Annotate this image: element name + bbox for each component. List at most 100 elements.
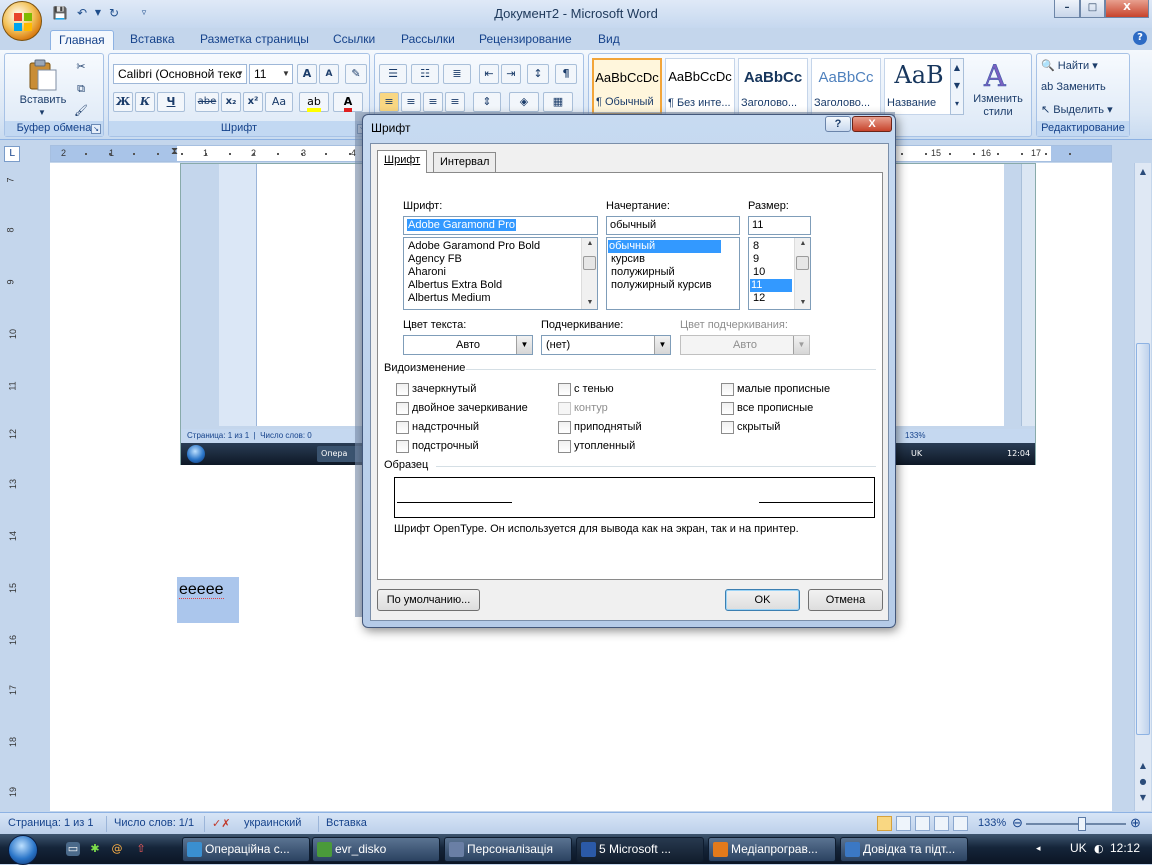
help-icon[interactable]: ? (1133, 31, 1147, 45)
paste-button[interactable]: Вставить (9, 94, 77, 106)
taskbar-button[interactable]: 5 Microsoft ... (576, 837, 704, 862)
font-color-combo[interactable]: Авто ▼ (403, 335, 533, 355)
select-button[interactable]: ↖ Выделить ▾ (1041, 103, 1127, 119)
effect-checkbox[interactable] (721, 402, 734, 415)
change-case-button[interactable]: Aa (265, 92, 293, 112)
redo-icon[interactable]: ↻ (106, 5, 122, 21)
tab-home[interactable]: Главная (50, 30, 114, 50)
zoom-in-icon[interactable]: ⊕ (1130, 815, 1141, 831)
list-item[interactable]: 8 (752, 240, 792, 253)
align-left-icon[interactable]: ≡ (379, 92, 399, 112)
scrollbar-thumb[interactable] (796, 256, 809, 270)
align-center-icon[interactable]: ≡ (401, 92, 421, 112)
scrollbar-thumb[interactable] (583, 256, 596, 270)
font-size-combo[interactable]: 11 ▼ (249, 64, 293, 84)
show-desktop-icon[interactable]: ▭ (66, 842, 80, 856)
print-layout-view-icon[interactable] (877, 816, 892, 831)
font-color-icon[interactable]: A (333, 92, 363, 112)
scroll-up-icon[interactable]: ▲ (1136, 165, 1150, 179)
decrease-indent-icon[interactable]: ⇤ (479, 64, 499, 84)
list-item[interactable]: полужирный (610, 266, 721, 279)
clipboard-launcher-icon[interactable]: ↘ (91, 124, 101, 134)
change-styles-icon[interactable]: A (980, 58, 1016, 95)
copy-icon[interactable]: ⧉ (71, 79, 91, 99)
tray-volume-icon[interactable]: ◐ (1094, 842, 1106, 856)
undo-dropdown-icon[interactable]: ▼ (90, 5, 106, 21)
superscript-button[interactable]: x² (243, 92, 263, 112)
close-button[interactable]: X (1105, 0, 1149, 18)
style-tile[interactable]: AaB Название (884, 58, 954, 115)
list-item[interactable]: полужирный курсив (610, 279, 721, 292)
size-list-scrollbar[interactable]: ▲ ▼ (794, 238, 810, 309)
paste-icon[interactable] (25, 58, 59, 92)
style-tile[interactable]: AaBbCcDc ¶ Обычный (592, 58, 662, 115)
numbering-icon[interactable]: ☷ (411, 64, 439, 84)
maximize-button[interactable]: □ (1080, 0, 1105, 18)
change-styles-label-1[interactable]: Изменить (962, 93, 1034, 105)
status-language[interactable]: украинский (244, 817, 301, 829)
replace-button[interactable]: ab Заменить (1041, 81, 1127, 97)
effect-checkbox[interactable] (558, 383, 571, 396)
style-list[interactable]: обычный курсив полужирный полужирный курсив (606, 237, 740, 310)
status-page[interactable]: Страница: 1 из 1 (8, 817, 94, 829)
scroll-down-icon[interactable]: ▼ (582, 297, 597, 309)
shading-icon[interactable]: ◈ (509, 92, 539, 112)
effect-checkbox[interactable] (396, 383, 409, 396)
status-insert-mode[interactable]: Вставка (326, 817, 367, 829)
list-item[interactable]: Aharoni (407, 266, 579, 279)
style-tile[interactable]: AaBbCcDc ¶ Без инте... (665, 58, 735, 115)
underline-button[interactable]: Ч (157, 92, 185, 112)
clear-formatting-icon[interactable]: ✎ (345, 64, 367, 84)
font-name-input[interactable]: Adobe Garamond Pro (403, 216, 598, 235)
effect-checkbox[interactable] (558, 440, 571, 453)
status-word-count[interactable]: Число слов: 1/1 (114, 817, 194, 829)
size-list[interactable]: 8 9 10 11 12 ▲ ▼ (748, 237, 811, 310)
quick-launch-switch-icon[interactable]: ⇧ (134, 842, 148, 856)
quick-launch-app-icon[interactable]: ✱ (88, 842, 102, 856)
outline-view-icon[interactable] (934, 816, 949, 831)
select-browse-object-icon[interactable]: ● (1136, 775, 1150, 789)
format-painter-icon[interactable]: 🖌 (71, 101, 91, 121)
quick-launch-browser-icon[interactable]: @ (110, 842, 124, 856)
list-item[interactable]: Agency FB (407, 253, 579, 266)
spelling-check-icon[interactable]: ✓✗ (212, 817, 230, 830)
scrollbar-thumb[interactable] (1136, 343, 1150, 735)
show-formatting-icon[interactable]: ¶ (555, 64, 577, 84)
effect-checkbox[interactable] (396, 402, 409, 415)
list-item[interactable]: курсив (610, 253, 721, 266)
undo-icon[interactable]: ↶ (74, 5, 90, 21)
effect-checkbox[interactable] (721, 421, 734, 434)
zoom-out-icon[interactable]: ⊖ (1012, 815, 1023, 831)
style-tile[interactable]: AaBbCc Заголово... (738, 58, 808, 115)
list-item[interactable]: обычный (608, 240, 721, 253)
strikethrough-button[interactable]: abe (195, 92, 219, 112)
start-button[interactable] (2, 834, 46, 865)
taskbar-button[interactable]: Медіапрограв... (708, 837, 836, 862)
zoom-slider[interactable] (1026, 823, 1126, 825)
underline-combo[interactable]: (нет) ▼ (541, 335, 671, 355)
zoom-level[interactable]: 133% (978, 817, 1006, 829)
bold-button[interactable]: Ж (113, 92, 133, 112)
sort-icon[interactable]: ↕ (527, 64, 549, 84)
tab-insert[interactable]: Вставка (122, 30, 183, 50)
taskbar-button[interactable]: evr_disko (312, 837, 440, 862)
scroll-page-up-icon[interactable]: ▲ (1136, 759, 1150, 773)
effect-checkbox[interactable] (558, 421, 571, 434)
draft-view-icon[interactable] (953, 816, 968, 831)
customize-qat-icon[interactable]: ▿ (136, 5, 152, 21)
ok-button[interactable]: OK (725, 589, 800, 611)
dialog-help-button[interactable]: ? (825, 116, 851, 132)
office-button[interactable] (2, 1, 42, 41)
increase-indent-icon[interactable]: ⇥ (501, 64, 521, 84)
highlight-color-icon[interactable]: ab (299, 92, 329, 112)
scroll-down-icon[interactable]: ▼ (795, 297, 810, 309)
bullets-icon[interactable]: ☰ (379, 64, 407, 84)
full-screen-reading-view-icon[interactable] (896, 816, 911, 831)
change-styles-label-2[interactable]: стили (962, 106, 1034, 118)
tab-page-layout[interactable]: Разметка страницы (192, 30, 317, 50)
font-name-combo[interactable]: Calibri (Основной текс ▼ (113, 64, 247, 84)
list-item[interactable]: Albertus Medium (407, 292, 579, 305)
dialog-close-button[interactable]: X (852, 116, 892, 132)
cancel-button[interactable]: Отмена (808, 589, 883, 611)
selected-text[interactable]: eeeee (177, 577, 239, 623)
